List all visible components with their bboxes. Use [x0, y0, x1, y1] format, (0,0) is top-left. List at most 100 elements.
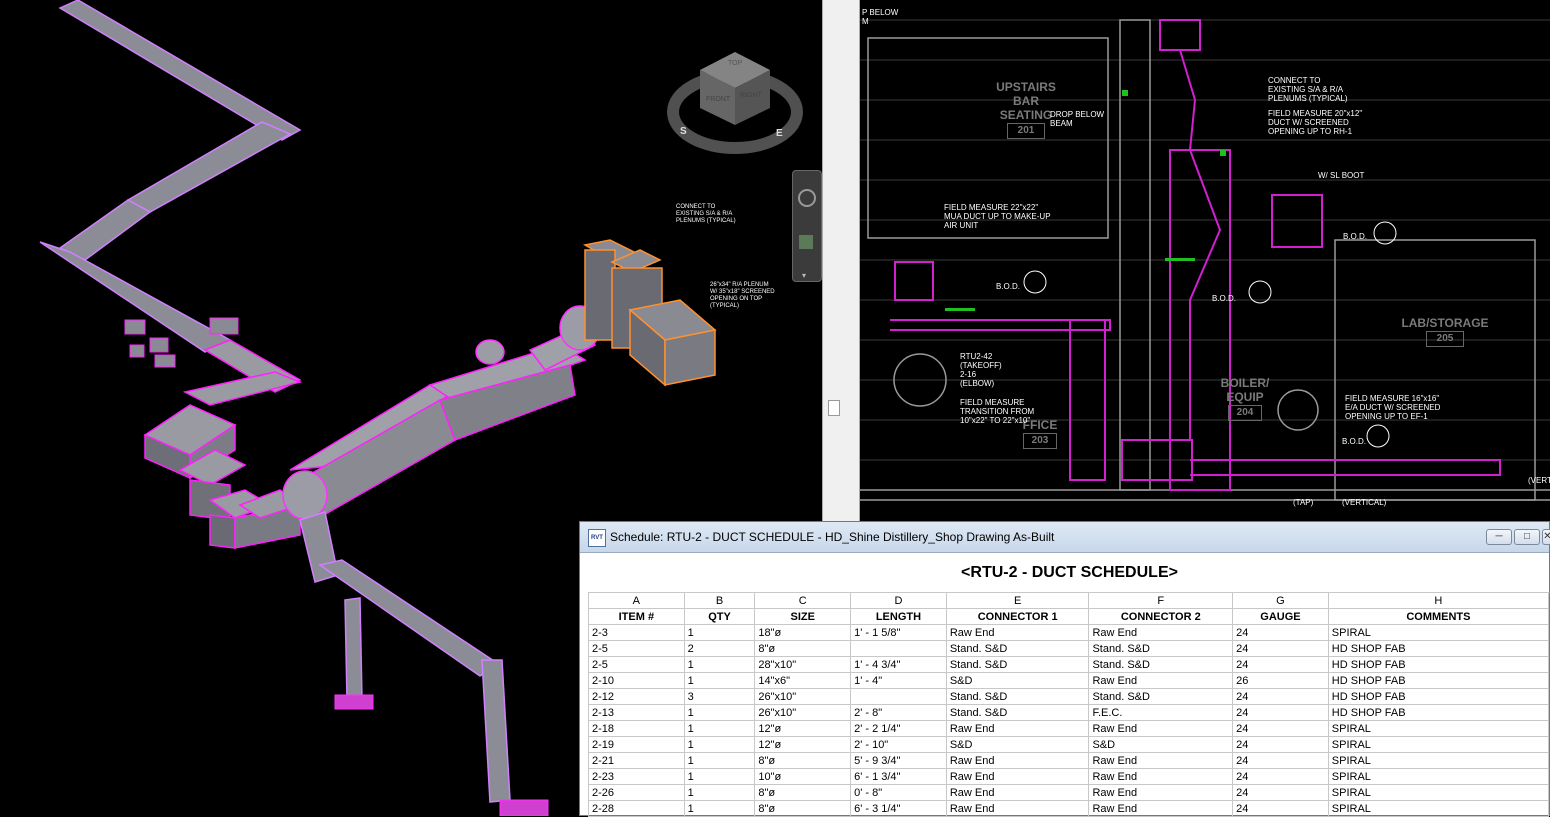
table-cell[interactable]: 1' - 4 3/4" [850, 656, 947, 673]
table-cell[interactable] [850, 688, 947, 705]
column-letter[interactable]: E [945, 592, 1090, 609]
minimize-button[interactable]: ─ [1486, 529, 1512, 545]
table-cell[interactable]: 1 [683, 624, 756, 641]
table-cell[interactable]: SPIRAL [1327, 784, 1550, 801]
table-cell[interactable]: HD SHOP FAB [1327, 704, 1550, 721]
floor-plan-viewport[interactable]: P BELOW M UPSTAIRS BAR SEATING 201 LAB/S… [860, 0, 1550, 516]
table-cell[interactable]: 2-18 [588, 720, 685, 737]
table-cell[interactable]: SPIRAL [1327, 720, 1550, 737]
table-cell[interactable]: Raw End [1088, 784, 1234, 801]
table-cell[interactable]: Stand. S&D [1088, 688, 1234, 705]
table-cell[interactable]: Raw End [1088, 672, 1234, 689]
table-cell[interactable]: 2-10 [588, 672, 685, 689]
viewcube-widget[interactable]: TOP FRONT RIGHT S E [672, 52, 800, 152]
table-cell[interactable]: S&D [1088, 736, 1234, 753]
table-cell[interactable]: S&D [945, 672, 1090, 689]
table-cell[interactable]: 1 [683, 736, 756, 753]
table-cell[interactable]: 8"ø [754, 800, 852, 817]
table-cell[interactable]: 26 [1232, 672, 1329, 689]
column-header[interactable]: CONNECTOR 2 [1088, 608, 1234, 625]
table-cell[interactable]: 1 [683, 768, 756, 785]
table-cell[interactable]: Stand. S&D [945, 640, 1090, 657]
table-cell[interactable]: SPIRAL [1327, 768, 1550, 785]
table-cell[interactable]: 1' - 1 5/8" [850, 624, 947, 641]
table-cell[interactable]: 0' - 8" [850, 784, 947, 801]
table-cell[interactable]: 1 [683, 800, 756, 817]
table-cell[interactable]: 1 [683, 656, 756, 673]
table-cell[interactable]: Raw End [945, 624, 1090, 641]
column-letter[interactable]: H [1327, 592, 1550, 609]
table-cell[interactable]: 1' - 4" [850, 672, 947, 689]
table-cell[interactable]: 2-21 [588, 752, 685, 769]
navbar-menu-icon[interactable]: ▾ [802, 271, 806, 280]
table-cell[interactable]: 2' - 10" [850, 736, 947, 753]
table-cell[interactable]: 2-12 [588, 688, 685, 705]
table-cell[interactable]: 2-5 [588, 640, 685, 657]
table-cell[interactable]: 2-19 [588, 736, 685, 753]
column-letter[interactable]: F [1088, 592, 1234, 609]
table-cell[interactable]: 5' - 9 3/4" [850, 752, 947, 769]
table-cell[interactable]: Raw End [1088, 624, 1234, 641]
table-cell[interactable] [850, 640, 947, 657]
table-cell[interactable]: 2-5 [588, 656, 685, 673]
table-cell[interactable]: HD SHOP FAB [1327, 656, 1550, 673]
column-header[interactable]: ITEM # [588, 608, 685, 625]
table-cell[interactable]: 24 [1232, 768, 1329, 785]
steering-wheel-icon[interactable] [798, 189, 816, 207]
table-cell[interactable]: 6' - 1 3/4" [850, 768, 947, 785]
column-header[interactable]: GAUGE [1232, 608, 1329, 625]
table-cell[interactable]: Raw End [945, 752, 1090, 769]
table-cell[interactable]: 26"x10" [754, 704, 852, 721]
column-header[interactable]: QTY [683, 608, 756, 625]
schedule-window[interactable]: RVT Schedule: RTU-2 - DUCT SCHEDULE - HD… [579, 521, 1550, 817]
table-cell[interactable]: HD SHOP FAB [1327, 672, 1550, 689]
table-cell[interactable]: 1 [683, 720, 756, 737]
table-cell[interactable]: Raw End [1088, 720, 1234, 737]
table-cell[interactable]: 24 [1232, 688, 1329, 705]
table-cell[interactable]: F.E.C. [1088, 704, 1234, 721]
table-cell[interactable]: 1 [683, 704, 756, 721]
table-cell[interactable]: 2 [683, 640, 756, 657]
column-header[interactable]: COMMENTS [1327, 608, 1550, 625]
navigation-bar[interactable]: ▾ [792, 170, 822, 282]
table-cell[interactable]: Stand. S&D [945, 688, 1090, 705]
table-cell[interactable]: 18"ø [754, 624, 852, 641]
table-cell[interactable]: Stand. S&D [945, 656, 1090, 673]
table-cell[interactable]: 1 [683, 784, 756, 801]
table-cell[interactable]: SPIRAL [1327, 752, 1550, 769]
table-cell[interactable]: 12"ø [754, 720, 852, 737]
table-cell[interactable]: 2-28 [588, 800, 685, 817]
table-cell[interactable]: 2-23 [588, 768, 685, 785]
table-cell[interactable]: S&D [945, 736, 1090, 753]
table-cell[interactable]: 24 [1232, 720, 1329, 737]
table-cell[interactable]: 3 [683, 688, 756, 705]
column-header[interactable]: CONNECTOR 1 [945, 608, 1090, 625]
table-cell[interactable]: 24 [1232, 640, 1329, 657]
column-header[interactable]: SIZE [754, 608, 852, 625]
column-header[interactable]: LENGTH [850, 608, 947, 625]
table-cell[interactable]: 2-13 [588, 704, 685, 721]
table-cell[interactable]: Raw End [945, 768, 1090, 785]
table-cell[interactable]: 2-3 [588, 624, 685, 641]
column-letter[interactable]: A [588, 592, 685, 609]
table-cell[interactable]: 8"ø [754, 784, 852, 801]
table-cell[interactable]: HD SHOP FAB [1327, 688, 1550, 705]
table-cell[interactable]: HD SHOP FAB [1327, 640, 1550, 657]
table-cell[interactable]: 24 [1232, 624, 1329, 641]
table-cell[interactable]: 2-26 [588, 784, 685, 801]
table-cell[interactable]: Stand. S&D [945, 704, 1090, 721]
table-cell[interactable]: 26"x10" [754, 688, 852, 705]
table-cell[interactable]: Raw End [1088, 768, 1234, 785]
table-cell[interactable]: Raw End [945, 720, 1090, 737]
table-cell[interactable]: Raw End [945, 784, 1090, 801]
schedule-titlebar[interactable]: RVT Schedule: RTU-2 - DUCT SCHEDULE - HD… [580, 522, 1550, 553]
table-cell[interactable]: SPIRAL [1327, 800, 1550, 817]
table-cell[interactable]: 24 [1232, 752, 1329, 769]
table-cell[interactable]: Raw End [1088, 752, 1234, 769]
table-cell[interactable]: SPIRAL [1327, 624, 1550, 641]
table-cell[interactable]: 28"x10" [754, 656, 852, 673]
table-cell[interactable]: 24 [1232, 704, 1329, 721]
table-cell[interactable]: 1 [683, 672, 756, 689]
table-cell[interactable]: 8"ø [754, 752, 852, 769]
table-cell[interactable]: 24 [1232, 736, 1329, 753]
